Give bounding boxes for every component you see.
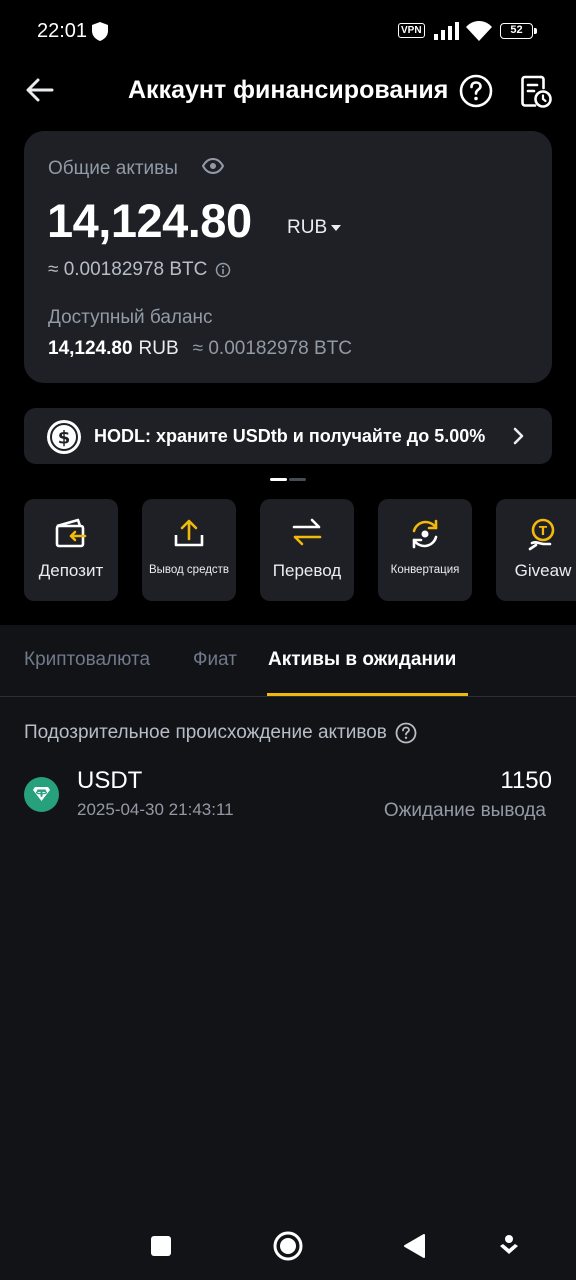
available-btc: ≈ 0.00182978 BTC [192,338,353,359]
tab-fiat[interactable]: Фиат [193,649,237,671]
help-circle-icon[interactable] [395,722,417,744]
home-circle-icon [273,1231,303,1261]
hodl-banner[interactable]: $ HODL: храните USDtb и получайте до 5.0… [24,408,552,464]
total-assets-label: Общие активы [48,158,178,179]
shield-icon [92,22,108,46]
home-button[interactable] [272,1230,304,1267]
asset-tabs: Криптовалюта Фиат Активы в ожидании [0,625,576,697]
dollar-coin-icon: $ [46,419,82,460]
action-buttons: Депозит Вывод средств Перевод Конвертаци… [24,499,576,601]
vpn-badge: VPN [398,23,425,38]
assets-panel: Криптовалюта Фиат Активы в ожидании Подо… [0,625,576,1210]
app-header: Аккаунт финансирования [0,62,576,120]
asset-name: USDT [77,767,143,794]
back-nav-button[interactable] [402,1233,426,1264]
convert-button[interactable]: Конвертация [378,499,472,601]
signal-icon [434,22,460,45]
active-tab-underline [267,693,468,696]
back-button[interactable] [24,76,56,104]
status-time: 22:01 [37,20,88,42]
balance-card: Общие активы 14,124.80 RUB ≈ 0.00182978 … [24,131,552,383]
transfer-label: Перевод [272,561,342,580]
giveaway-icon: T [526,517,560,556]
recents-button[interactable] [150,1235,172,1262]
available-currency: RUB [138,338,179,359]
withdraw-button[interactable]: Вывод средств [142,499,236,601]
convert-icon [408,517,442,556]
assistant-button[interactable] [498,1234,520,1263]
giveaway-label: Giveaw [514,561,572,580]
svg-text:$: $ [58,428,71,449]
tab-crypto[interactable]: Криптовалюта [24,649,150,671]
total-assets-value: 14,124.80 [47,194,252,247]
upload-icon [173,517,205,554]
back-arrow-icon [26,78,54,102]
asset-date: 2025-04-30 21:43:11 [77,800,234,819]
transfer-button[interactable]: Перевод [260,499,354,601]
battery-icon: 52 [500,23,537,39]
giveaway-button[interactable]: T Giveaw [496,499,576,601]
eye-icon[interactable] [201,157,225,179]
carousel-dot-active [270,478,287,481]
section-title-text: Подозрительное происхождение активов [24,722,387,743]
currency-label: RUB [287,217,328,238]
page-title: Аккаунт финансирования [128,76,449,104]
info-icon[interactable] [215,262,231,278]
help-button[interactable] [459,74,493,113]
carousel-indicator [270,478,306,481]
status-bar: 22:01 VPN 52 [0,0,576,62]
history-icon [521,75,552,108]
asset-status: Ожидание вывода [383,800,546,821]
system-nav-bar [0,1210,576,1280]
asset-amount: 1150 [500,767,552,794]
help-circle-icon [459,74,493,108]
svg-text:T: T [539,524,548,538]
download-person-icon [500,1235,518,1254]
tether-icon [24,777,59,817]
carousel-dot [289,478,306,481]
caret-down-icon [331,225,342,231]
btc-equivalent: ≈ 0.00182978 BTC [48,259,231,281]
available-balance-row: 14,124.80 RUB ≈ 0.00182978 BTC [48,338,352,360]
available-amount: 14,124.80 [48,338,133,359]
asset-row[interactable]: USDT 2025-04-30 21:43:11 1150 Ожидание в… [24,765,552,827]
chevron-right-icon [512,427,524,450]
wifi-icon [466,21,492,46]
deposit-button[interactable]: Депозит [24,499,118,601]
history-button[interactable] [519,73,553,114]
tab-pending-assets[interactable]: Активы в ожидании [268,649,456,671]
deposit-label: Депозит [38,561,104,580]
available-balance-label: Доступный баланс [48,307,213,328]
currency-selector[interactable]: RUB [287,217,342,239]
square-icon [151,1236,171,1256]
deposit-icon [54,517,88,554]
transfer-icon [291,517,323,552]
withdraw-label: Вывод средств [148,564,230,576]
btc-equivalent-text: ≈ 0.00182978 BTC [48,259,208,280]
triangle-back-icon [404,1234,425,1258]
section-title: Подозрительное происхождение активов [24,722,417,744]
banner-text: HODL: храните USDtb и получайте до 5.00% [94,426,486,446]
convert-label: Конвертация [390,564,460,576]
